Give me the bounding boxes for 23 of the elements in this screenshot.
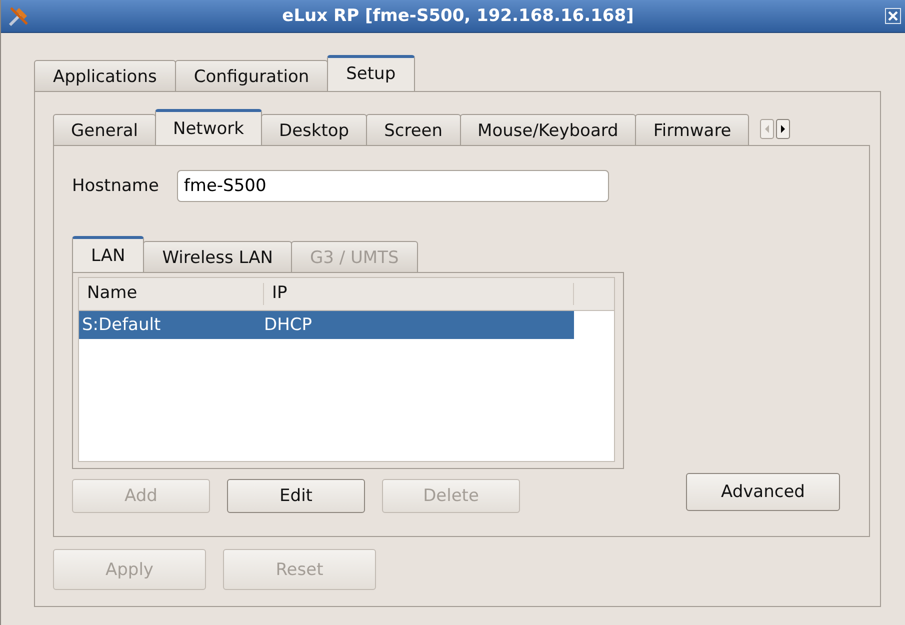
push-button[interactable]: Edit <box>227 479 365 513</box>
close-icon[interactable] <box>885 8 901 24</box>
tab[interactable]: General <box>53 114 156 145</box>
hostname-label: Hostname <box>72 176 159 196</box>
hostname-field[interactable]: fme-S500 <box>176 170 609 202</box>
tab[interactable]: Firmware <box>635 114 750 145</box>
advanced-button[interactable]: Advanced <box>686 473 840 511</box>
table-cell-text: DHCP <box>264 315 313 335</box>
tab[interactable]: Mouse/Keyboard <box>460 114 636 145</box>
tab[interactable]: Desktop <box>260 114 368 145</box>
list-row[interactable]: S:Default DHCP <box>79 311 574 339</box>
table-cell-text: S:Default <box>81 315 162 335</box>
tab[interactable]: Screen <box>366 114 461 145</box>
tab[interactable]: Applications <box>34 60 176 91</box>
column-header[interactable]: Name <box>79 283 264 305</box>
tab[interactable]: Configuration <box>174 60 328 91</box>
window-title: eLux RP [fme-S500, 192.168.16.168] <box>281 6 635 26</box>
tab[interactable]: Setup <box>327 55 415 91</box>
column-header[interactable]: IP <box>264 283 574 305</box>
tab[interactable]: Network <box>155 109 262 145</box>
tab[interactable]: LAN <box>72 236 144 272</box>
scroll-right-icon[interactable] <box>776 119 790 139</box>
tab[interactable]: Wireless LAN <box>143 241 292 272</box>
